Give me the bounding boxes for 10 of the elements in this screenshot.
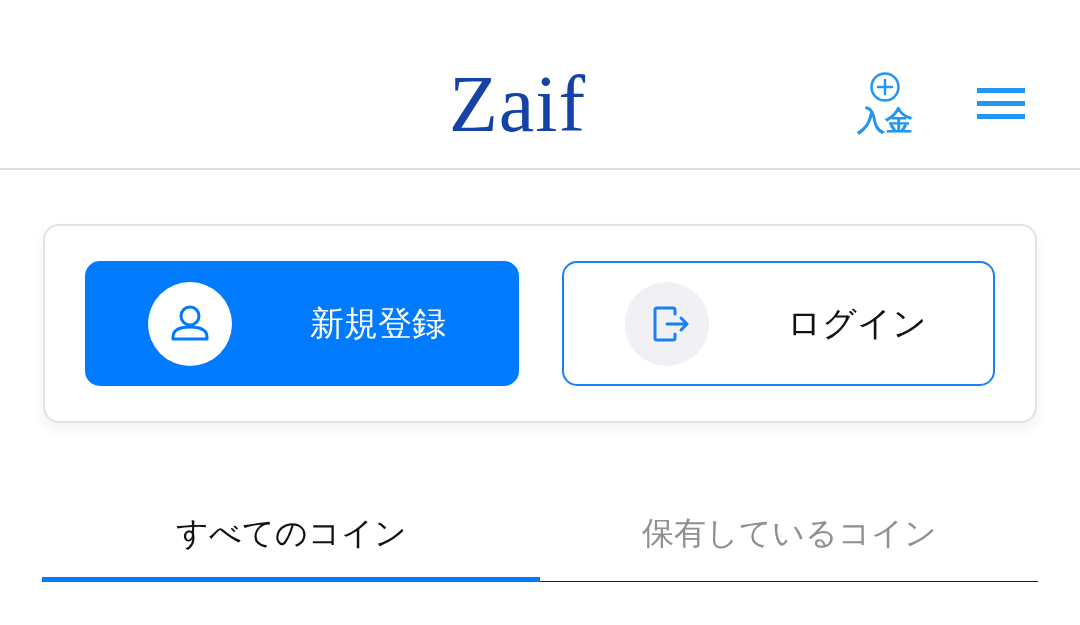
logo: Zaif <box>448 64 587 144</box>
tab[interactable]: 保有しているコイン <box>540 503 1038 582</box>
person-icon <box>148 281 232 366</box>
menu-icon[interactable] <box>977 88 1025 120</box>
tab[interactable]: すべてのコイン <box>42 503 540 582</box>
register-button[interactable]: 新規登録 <box>85 261 519 386</box>
login-icon <box>624 281 709 366</box>
deposit-button[interactable]: 入金 <box>857 71 913 137</box>
login-button[interactable]: ログイン <box>561 261 995 386</box>
plus-circle-icon <box>870 71 900 102</box>
